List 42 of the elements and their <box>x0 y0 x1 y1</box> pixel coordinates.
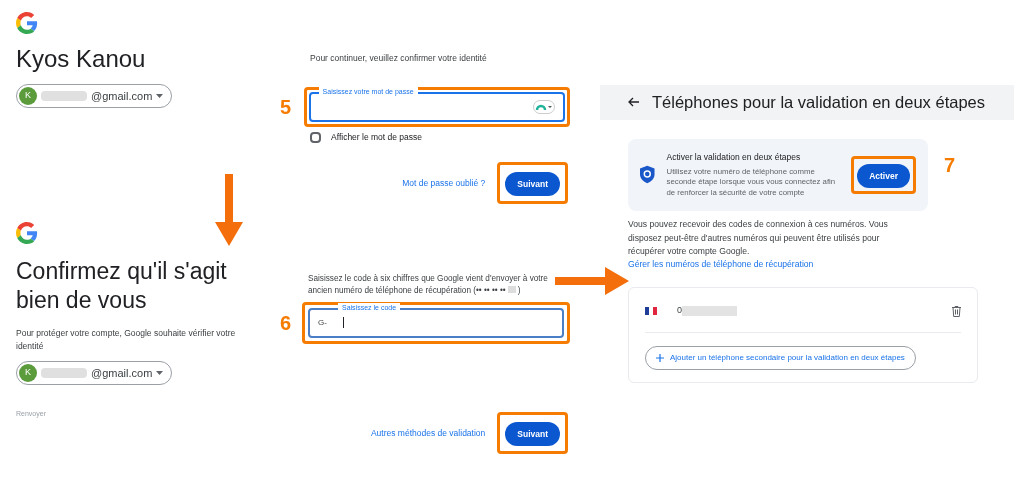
page-heading: Confirmez qu'il s'agit bien de vous <box>16 257 228 315</box>
step-number: 7 <box>944 155 956 175</box>
account-email: @gmail.com <box>91 88 153 104</box>
info-text: Vous pouvez recevoir des codes de connexion à ces numéros. Vous disposez peut-être d'autres numéros qui peuvent être utilisés pour récupérer votre compte Google. Gérer les numéros de téléphone de récupération <box>628 218 889 272</box>
plus-icon <box>656 353 664 362</box>
caret-icon <box>156 370 164 375</box>
step-number: 6 <box>280 312 293 333</box>
google-logo-icon <box>16 12 38 34</box>
account-email: @gmail.com <box>91 365 153 381</box>
show-password-label: Afficher le mot de passe <box>331 130 423 144</box>
next-button[interactable]: Suivant <box>505 171 560 197</box>
page-title: Téléphones pour la validation en deux étapes <box>652 92 985 113</box>
manage-recovery-link[interactable]: Gérer les numéros de téléphone de récupération <box>628 258 814 272</box>
redaction-blur <box>41 91 87 101</box>
next-button[interactable]: Suivant <box>505 421 560 447</box>
prompt-text: Pour continuer, veuillez confirmer votre identité <box>310 52 488 65</box>
redaction-blur <box>41 367 87 378</box>
shield-icon <box>640 165 655 185</box>
code-prefix: G- <box>318 316 327 329</box>
flag-icon <box>645 307 657 316</box>
subtitle-text: Pour protéger votre compte, Google souhaite vérifier votre identité <box>16 326 237 353</box>
right-arrow-icon <box>553 266 631 296</box>
avatar: K <box>19 87 37 105</box>
password-manager-icon[interactable] <box>533 99 555 114</box>
redaction-blur <box>682 306 737 317</box>
redaction-blur <box>507 286 516 294</box>
trash-icon[interactable] <box>952 305 961 317</box>
forgot-password-link[interactable]: Mot de passe oublié ? <box>402 176 486 190</box>
account-chip[interactable]: K @gmail.com <box>16 84 173 108</box>
down-arrow-icon <box>214 172 244 248</box>
banner-title: Activer la validation en deux étapes <box>666 150 802 164</box>
back-arrow-icon[interactable] <box>628 97 640 108</box>
activate-button[interactable]: Activer <box>857 163 910 189</box>
other-methods-link[interactable]: Autres méthodes de validation <box>370 426 486 440</box>
google-logo-icon <box>16 222 38 244</box>
avatar: K <box>19 363 37 382</box>
caret-icon <box>156 94 164 98</box>
show-password-checkbox[interactable] <box>310 131 321 143</box>
account-chip[interactable]: K @gmail.com <box>16 360 173 385</box>
step-number: 5 <box>280 96 293 117</box>
account-name: Kyos Kanou <box>16 44 146 74</box>
phone-number: 0 <box>677 304 682 318</box>
